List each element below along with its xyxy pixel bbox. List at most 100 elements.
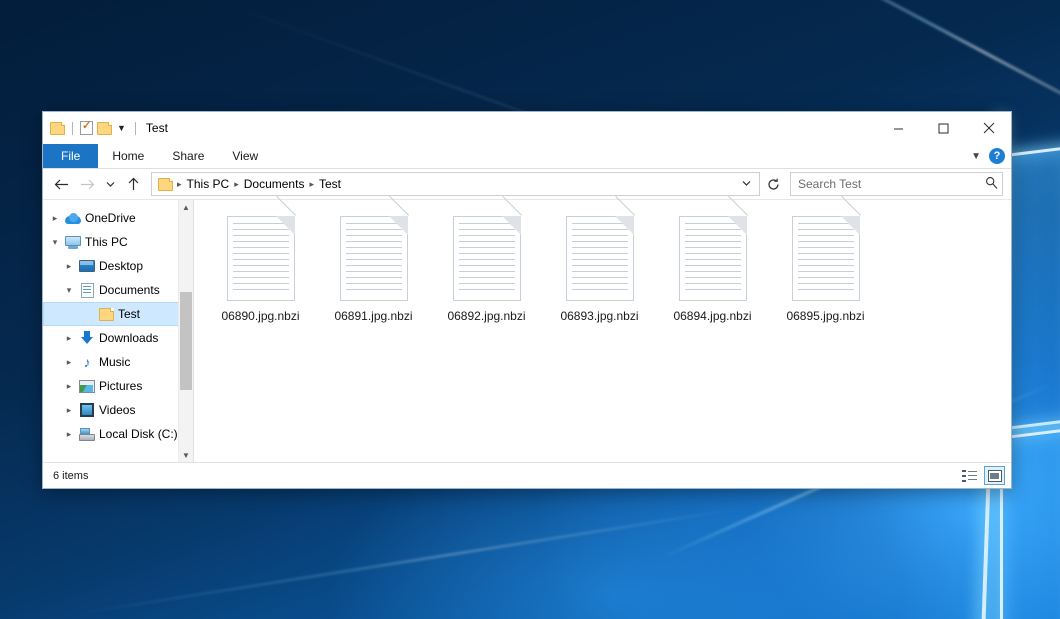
- sidebar-item-downloads[interactable]: ▸ Downloads: [43, 326, 193, 350]
- file-name: 06895.jpg.nbzi: [786, 309, 864, 323]
- file-item[interactable]: 06894.jpg.nbzi: [656, 212, 769, 334]
- sidebar-item-label: Desktop: [97, 259, 143, 273]
- generic-document-icon: [453, 216, 521, 301]
- tab-view[interactable]: View: [218, 144, 272, 168]
- chevron-right-icon[interactable]: ▸: [47, 213, 63, 224]
- file-item[interactable]: 06892.jpg.nbzi: [430, 212, 543, 334]
- breadcrumb-item-this-pc[interactable]: This PC: [183, 177, 234, 191]
- scrollbar-track[interactable]: [179, 214, 193, 448]
- file-item[interactable]: 06890.jpg.nbzi: [204, 212, 317, 334]
- sidebar-item-label: Videos: [97, 403, 135, 417]
- sidebar-item-label: OneDrive: [83, 211, 136, 225]
- title-bar: ▼ Test: [43, 112, 1011, 144]
- chevron-down-icon[interactable]: ▼: [971, 151, 981, 162]
- generic-document-icon: [566, 216, 634, 301]
- sidebar-item-pictures[interactable]: ▸ Pictures: [43, 374, 193, 398]
- file-name: 06892.jpg.nbzi: [447, 309, 525, 323]
- sidebar-item-this-pc[interactable]: ▾ This PC: [43, 230, 193, 254]
- tab-share[interactable]: Share: [158, 144, 218, 168]
- chevron-right-icon[interactable]: ▸: [61, 381, 77, 392]
- window-controls: [876, 112, 1011, 144]
- sidebar-item-documents[interactable]: ▾ Documents: [43, 278, 193, 302]
- arrow-up-icon[interactable]: [121, 172, 145, 196]
- file-name: 06894.jpg.nbzi: [673, 309, 751, 323]
- tab-file[interactable]: File: [43, 144, 98, 168]
- file-item[interactable]: 06893.jpg.nbzi: [543, 212, 656, 334]
- new-folder-icon[interactable]: [97, 122, 112, 135]
- maximize-icon[interactable]: [921, 112, 966, 144]
- sidebar-item-desktop[interactable]: ▸ Desktop: [43, 254, 193, 278]
- folder-tree: ▸ OneDrive ▾ This PC ▸ Desktop: [43, 200, 193, 446]
- file-name: 06891.jpg.nbzi: [334, 309, 412, 323]
- chevron-right-icon[interactable]: ▸: [61, 357, 77, 368]
- minimize-icon[interactable]: [876, 112, 921, 144]
- downloads-icon: [77, 331, 97, 345]
- cloud-icon: [63, 213, 83, 224]
- properties-checkmark-icon[interactable]: [80, 121, 93, 135]
- file-grid: 06890.jpg.nbzi 06891.jpg.nbzi: [204, 212, 1011, 334]
- tab-home[interactable]: Home: [98, 144, 158, 168]
- window-title: Test: [146, 121, 168, 135]
- navigation-pane-scrollbar[interactable]: ▲ ▼: [178, 200, 193, 462]
- recent-locations-chevron-down-icon[interactable]: [101, 172, 119, 196]
- folder-icon[interactable]: [158, 178, 173, 191]
- music-icon: ♪: [77, 355, 97, 369]
- ribbon-right-controls: ▼ ?: [971, 144, 1005, 168]
- folder-icon[interactable]: [50, 122, 65, 135]
- sidebar-item-label: Pictures: [97, 379, 142, 393]
- chevron-right-icon[interactable]: ▸: [61, 333, 77, 344]
- view-toggle-group: [959, 466, 1005, 485]
- search-box[interactable]: Search Test: [790, 172, 1003, 196]
- chevron-down-icon[interactable]: ▼: [116, 123, 127, 133]
- sidebar-item-label: Music: [97, 355, 130, 369]
- large-icons-view-icon[interactable]: [984, 466, 1005, 485]
- chevron-right-icon[interactable]: ▸: [61, 429, 77, 440]
- search-input[interactable]: Search Test: [798, 177, 985, 191]
- sidebar-item-label: Downloads: [97, 331, 158, 345]
- sidebar-item-music[interactable]: ▸ ♪ Music: [43, 350, 193, 374]
- documents-icon: [77, 283, 97, 298]
- sidebar-item-label: Local Disk (C:): [97, 427, 178, 441]
- help-button[interactable]: ?: [989, 148, 1005, 164]
- sidebar-item-onedrive[interactable]: ▸ OneDrive: [43, 206, 193, 230]
- refresh-icon[interactable]: [762, 173, 784, 195]
- file-name: 06893.jpg.nbzi: [560, 309, 638, 323]
- item-count-label: 6 items: [53, 470, 88, 482]
- address-dropdown-chevron-down-icon[interactable]: [736, 179, 757, 190]
- disk-icon: [77, 428, 97, 441]
- sidebar-item-label: Documents: [97, 283, 160, 297]
- folder-icon: [96, 308, 116, 321]
- search-icon[interactable]: [985, 176, 998, 192]
- scrollbar-thumb[interactable]: [180, 292, 192, 390]
- breadcrumb-item-documents[interactable]: Documents: [240, 177, 309, 191]
- sidebar-item-label: Test: [116, 307, 140, 321]
- sidebar-item-videos[interactable]: ▸ Videos: [43, 398, 193, 422]
- chevron-up-icon[interactable]: ▲: [179, 200, 193, 214]
- file-name: 06890.jpg.nbzi: [221, 309, 299, 323]
- ribbon-tab-bar: File Home Share View ▼ ?: [43, 144, 1011, 169]
- file-list-area[interactable]: 06890.jpg.nbzi 06891.jpg.nbzi: [194, 200, 1011, 462]
- window-body: ▸ OneDrive ▾ This PC ▸ Desktop: [43, 200, 1011, 462]
- close-icon[interactable]: [966, 112, 1011, 144]
- details-view-icon[interactable]: [959, 466, 980, 485]
- chevron-down-icon[interactable]: ▾: [47, 237, 63, 248]
- desktop-wallpaper: ▼ Test File Home Share View: [0, 0, 1060, 619]
- generic-document-icon: [340, 216, 408, 301]
- chevron-down-icon[interactable]: ▼: [179, 448, 193, 462]
- address-path-box[interactable]: ▸ This PC ▸ Documents ▸ Test: [151, 172, 760, 196]
- breadcrumb-item-test[interactable]: Test: [315, 177, 345, 191]
- pictures-icon: [77, 380, 97, 393]
- file-item[interactable]: 06891.jpg.nbzi: [317, 212, 430, 334]
- address-bar: ▸ This PC ▸ Documents ▸ Test Searc: [43, 169, 1011, 200]
- desktop-icon: [77, 260, 97, 272]
- chevron-right-icon[interactable]: ▸: [61, 261, 77, 272]
- sidebar-item-test[interactable]: Test: [43, 302, 193, 326]
- chevron-down-icon[interactable]: ▾: [61, 285, 77, 296]
- breadcrumb: ▸ This PC ▸ Documents ▸ Test: [157, 177, 736, 191]
- chevron-right-icon[interactable]: ▸: [61, 405, 77, 416]
- sidebar-item-local-disk-c[interactable]: ▸ Local Disk (C:): [43, 422, 193, 446]
- sidebar-item-label: This PC: [83, 235, 128, 249]
- divider: [72, 122, 73, 135]
- arrow-left-icon[interactable]: [49, 172, 73, 196]
- file-item[interactable]: 06895.jpg.nbzi: [769, 212, 882, 334]
